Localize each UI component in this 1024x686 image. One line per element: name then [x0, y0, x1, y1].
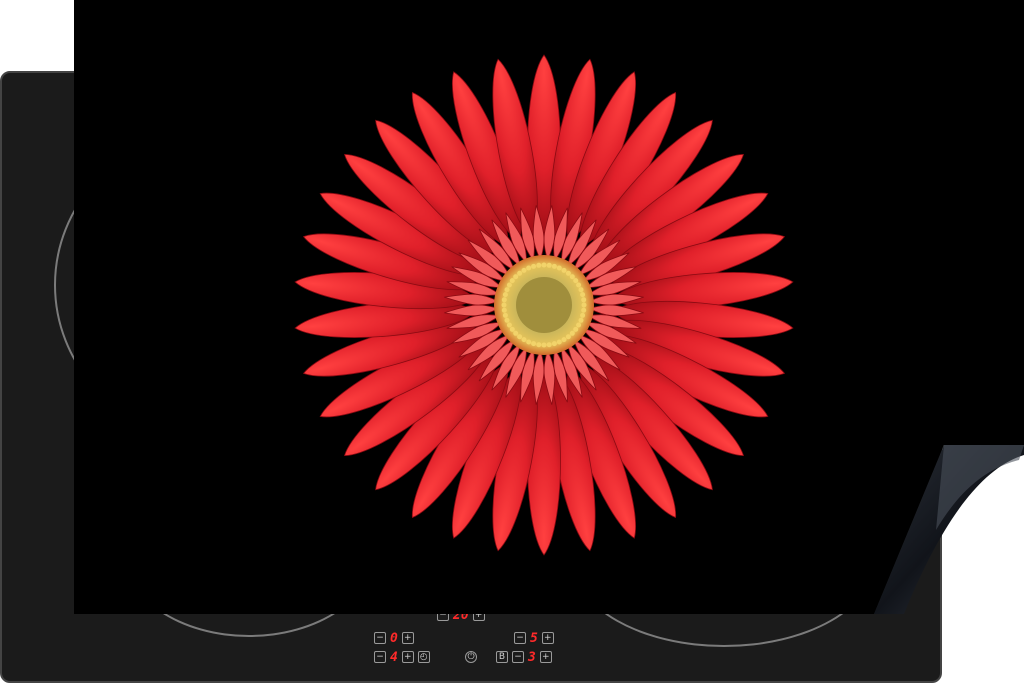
- boost-button[interactable]: B: [496, 651, 508, 663]
- disc-floret: [561, 337, 567, 343]
- disc-floret: [551, 341, 557, 347]
- disc-floret: [526, 265, 532, 271]
- center-controls: ⏻: [465, 650, 477, 664]
- disc-floret: [526, 339, 532, 345]
- disc-floret: [576, 322, 582, 328]
- disc-floret: [501, 307, 507, 313]
- disc-floret: [506, 322, 512, 328]
- right-lower-minus-button[interactable]: −: [512, 651, 524, 663]
- disc-floret: [556, 339, 562, 345]
- timer-icon[interactable]: ◴: [417, 651, 430, 663]
- disc-floret: [531, 263, 537, 269]
- disc-floret: [536, 342, 542, 348]
- left-upper-minus-button[interactable]: −: [374, 632, 386, 644]
- right-upper-display: 5: [530, 630, 538, 646]
- left-lower-minus-button[interactable]: −: [374, 651, 386, 663]
- disc-floret: [569, 330, 575, 336]
- disc-floret: [573, 326, 579, 332]
- disc-floret: [551, 263, 557, 269]
- left-upper-plus-button[interactable]: +: [401, 632, 414, 644]
- disc-floret: [509, 278, 515, 284]
- disc-floret: [573, 278, 579, 284]
- disc-floret: [502, 312, 508, 318]
- disc-floret: [541, 342, 547, 348]
- disc-floret: [578, 317, 584, 323]
- disc-floret: [509, 326, 515, 332]
- flower-core: [516, 277, 572, 333]
- right-upper-plus-button[interactable]: +: [541, 632, 554, 644]
- disc-floret: [506, 282, 512, 288]
- disc-floret: [504, 317, 510, 323]
- left-zone-upper-control: − 0 +: [374, 631, 414, 645]
- disc-floret: [513, 330, 519, 336]
- disc-floret: [501, 302, 507, 308]
- disc-floret: [580, 312, 586, 318]
- disc-floret: [517, 334, 523, 340]
- disc-floret: [556, 265, 562, 271]
- disc-floret: [581, 307, 587, 313]
- disc-floret: [578, 287, 584, 293]
- disc-floret: [501, 297, 507, 303]
- disc-floret: [565, 334, 571, 340]
- left-lower-display: 4: [390, 649, 398, 665]
- disc-floret: [521, 267, 527, 273]
- disc-floret: [531, 341, 537, 347]
- left-lower-plus-button[interactable]: +: [401, 651, 414, 663]
- disc-floret: [580, 292, 586, 298]
- power-icon[interactable]: ⏻: [465, 651, 477, 663]
- hob-cover-mat: [74, 0, 1024, 614]
- disc-floret: [517, 270, 523, 276]
- left-upper-display: 0: [390, 630, 398, 646]
- left-zone-lower-control: − 4 + ◴: [374, 650, 430, 664]
- disc-floret: [502, 292, 508, 298]
- disc-floret: [536, 262, 542, 268]
- disc-floret: [576, 282, 582, 288]
- disc-floret: [569, 274, 575, 280]
- disc-floret: [541, 262, 547, 268]
- disc-floret: [513, 274, 519, 280]
- disc-floret: [521, 337, 527, 343]
- right-upper-minus-button[interactable]: −: [514, 632, 526, 644]
- disc-floret: [581, 302, 587, 308]
- right-zone-lower-control: B − 3 +: [496, 650, 552, 664]
- disc-floret: [546, 342, 552, 348]
- disc-floret: [565, 270, 571, 276]
- right-zone-upper-control: − 5 +: [514, 631, 554, 645]
- disc-floret: [504, 287, 510, 293]
- right-lower-display: 3: [528, 649, 536, 665]
- disc-floret: [561, 267, 567, 273]
- right-lower-plus-button[interactable]: +: [539, 651, 552, 663]
- disc-floret: [546, 262, 552, 268]
- disc-floret: [581, 297, 587, 303]
